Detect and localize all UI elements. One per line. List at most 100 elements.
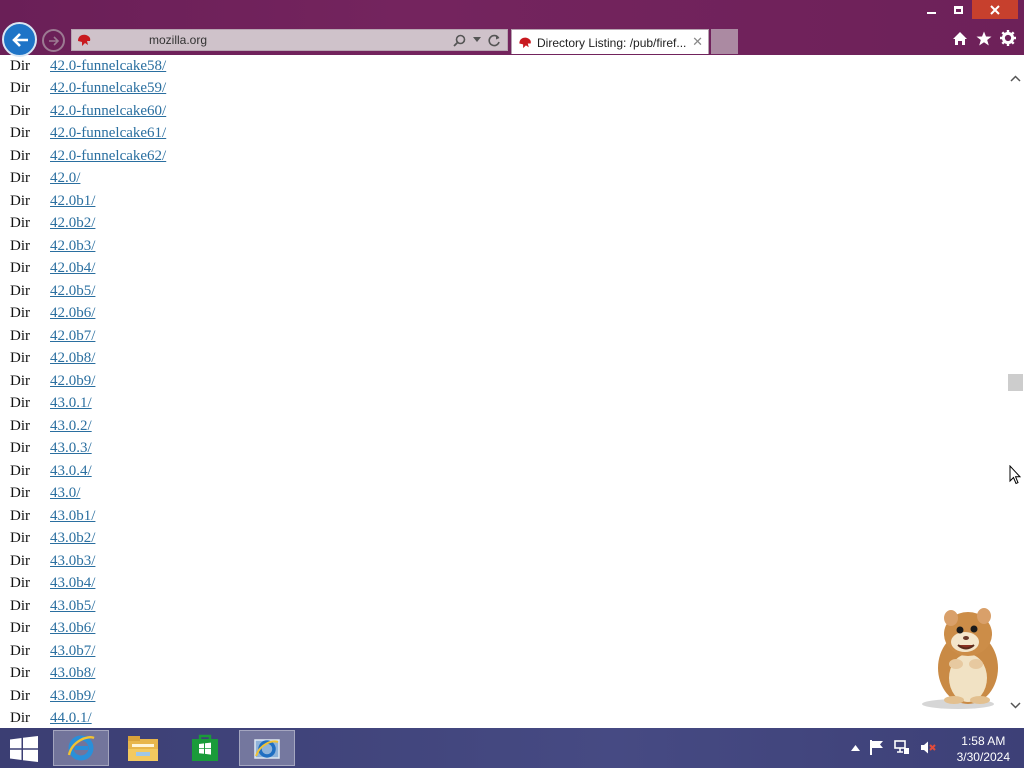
directory-link[interactable]: 43.0b5/	[50, 598, 95, 615]
directory-link[interactable]: 43.0b3/	[50, 553, 95, 570]
new-tab-button[interactable]	[711, 29, 738, 54]
restore-button[interactable]	[945, 0, 972, 19]
list-item: Dir 43.0.4/	[0, 460, 1007, 483]
list-item: Dir 42.0b1/	[0, 190, 1007, 213]
list-item: Dir 43.0b9/	[0, 685, 1007, 708]
directory-link[interactable]: 43.0.1/	[50, 395, 92, 412]
directory-link[interactable]: 43.0b1/	[50, 508, 95, 525]
directory-link[interactable]: 43.0b2/	[50, 530, 95, 547]
taskbar-ie-window[interactable]	[239, 730, 295, 766]
entry-type: Dir	[10, 170, 30, 187]
volume-muted-icon[interactable]	[920, 740, 936, 755]
directory-link[interactable]: 42.0-funnelcake61/	[50, 125, 166, 142]
directory-link[interactable]: 42.0b8/	[50, 350, 95, 367]
list-item: Dir 43.0.1/	[0, 393, 1007, 416]
dropdown-arrow-icon[interactable]	[473, 37, 481, 43]
list-item: Dir 43.0b6/	[0, 618, 1007, 641]
forward-button[interactable]	[42, 29, 65, 52]
directory-link[interactable]: 42.0b3/	[50, 238, 95, 255]
directory-link[interactable]: 43.0b7/	[50, 643, 95, 660]
list-item: Dir 42.0-funnelcake58/	[0, 55, 1007, 78]
back-arrow-icon	[11, 32, 28, 47]
list-item: Dir 43.0.2/	[0, 415, 1007, 438]
search-icon[interactable]	[453, 34, 466, 47]
minimize-button[interactable]	[918, 0, 945, 19]
list-item: Dir 43.0b8/	[0, 663, 1007, 686]
list-item: Dir 42.0b2/	[0, 213, 1007, 236]
taskbar-file-explorer[interactable]	[115, 730, 171, 766]
directory-link[interactable]: 43.0b6/	[50, 620, 95, 637]
settings-gear-icon[interactable]	[1000, 30, 1016, 46]
directory-link[interactable]: 42.0b9/	[50, 373, 95, 390]
directory-link[interactable]: 42.0b5/	[50, 283, 95, 300]
directory-link[interactable]: 42.0/	[50, 170, 80, 187]
tab-close-icon[interactable]: ✕	[692, 34, 703, 50]
entry-type: Dir	[10, 147, 30, 164]
directory-link[interactable]: 43.0.3/	[50, 440, 92, 457]
directory-listing: Dir 42.0-funnelcake58/Dir 42.0-funnelcake5…	[0, 55, 1007, 728]
entry-type: Dir	[10, 575, 30, 592]
minimize-icon	[927, 11, 936, 14]
window-controls	[918, 0, 1018, 20]
address-bar[interactable]: mozilla.org	[71, 29, 508, 51]
taskbar: 1:58 AM 3/30/2024	[0, 728, 1024, 768]
directory-link[interactable]: 42.0-funnelcake60/	[50, 103, 166, 120]
entry-type: Dir	[10, 710, 30, 727]
entry-type: Dir	[10, 57, 30, 74]
address-text[interactable]: mozilla.org	[149, 33, 207, 47]
tab-favicon-icon	[517, 35, 533, 55]
directory-link[interactable]: 42.0b4/	[50, 260, 95, 277]
home-icon[interactable]	[952, 30, 968, 46]
taskbar-internet-explorer[interactable]	[53, 730, 109, 766]
entry-type: Dir	[10, 552, 30, 569]
directory-link[interactable]: 43.0.4/	[50, 463, 92, 480]
entry-type: Dir	[10, 125, 30, 142]
favorites-star-icon[interactable]	[976, 30, 992, 46]
entry-type: Dir	[10, 507, 30, 524]
list-item: Dir 43.0b7/	[0, 640, 1007, 663]
list-item: Dir 43.0.3/	[0, 438, 1007, 461]
entry-type: Dir	[10, 237, 30, 254]
directory-link[interactable]: 42.0b1/	[50, 193, 95, 210]
list-item: Dir 42.0-funnelcake61/	[0, 123, 1007, 146]
show-hidden-icons-icon[interactable]	[851, 744, 860, 751]
start-windows-icon[interactable]	[10, 736, 38, 767]
mouse-cursor-icon	[1009, 464, 1022, 490]
directory-link[interactable]: 43.0b8/	[50, 665, 95, 682]
network-icon[interactable]	[894, 740, 910, 755]
directory-link[interactable]: 44.0.1/	[50, 710, 92, 727]
clock[interactable]: 1:58 AM 3/30/2024	[957, 733, 1010, 765]
scroll-down-icon[interactable]	[1010, 696, 1021, 714]
directory-link[interactable]: 42.0-funnelcake58/	[50, 58, 166, 75]
clock-date: 3/30/2024	[956, 750, 1010, 764]
directory-link[interactable]: 42.0-funnelcake62/	[50, 148, 166, 165]
list-item: Dir 42.0b8/	[0, 348, 1007, 371]
action-center-flag-icon[interactable]	[870, 740, 884, 755]
entry-type: Dir	[10, 485, 30, 502]
entry-type: Dir	[10, 597, 30, 614]
directory-link[interactable]: 42.0-funnelcake59/	[50, 80, 166, 97]
site-favicon-icon	[76, 32, 92, 53]
entry-type: Dir	[10, 282, 30, 299]
directory-link[interactable]: 43.0b4/	[50, 575, 95, 592]
scroll-thumb[interactable]	[1008, 374, 1023, 391]
list-item: Dir 43.0b5/	[0, 595, 1007, 618]
directory-link[interactable]: 43.0/	[50, 485, 80, 502]
list-item: Dir 42.0/	[0, 168, 1007, 191]
list-item: Dir 43.0b3/	[0, 550, 1007, 573]
refresh-icon[interactable]	[488, 34, 501, 47]
close-button[interactable]	[972, 0, 1018, 19]
directory-link[interactable]: 42.0b2/	[50, 215, 95, 232]
directory-link[interactable]: 42.0b6/	[50, 305, 95, 322]
scroll-up-icon[interactable]	[1010, 69, 1021, 87]
directory-link[interactable]: 43.0b9/	[50, 688, 95, 705]
back-button[interactable]	[2, 22, 37, 57]
ie-window-icon	[254, 739, 280, 759]
tab-directory-listing[interactable]: Directory Listing: /pub/firef... ✕	[511, 29, 709, 54]
directory-link[interactable]: 42.0b7/	[50, 328, 95, 345]
entry-type: Dir	[10, 530, 30, 547]
address-bar-icons	[453, 32, 501, 48]
directory-link[interactable]: 43.0.2/	[50, 418, 92, 435]
list-item: Dir 43.0b1/	[0, 505, 1007, 528]
taskbar-store[interactable]	[177, 730, 233, 766]
